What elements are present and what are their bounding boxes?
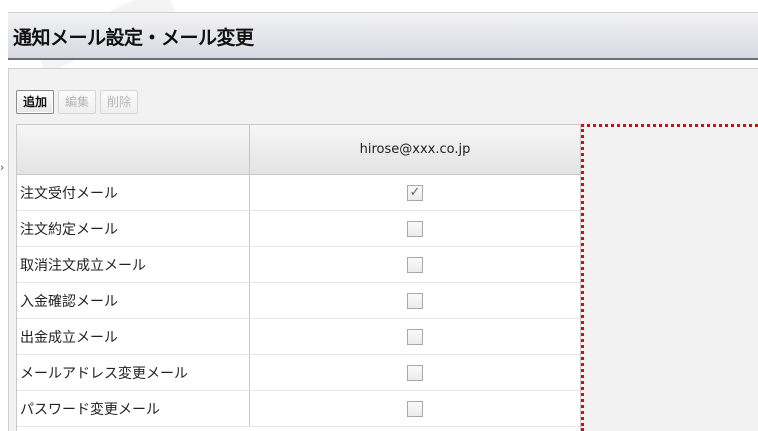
- chevron-right-icon: ›: [0, 161, 5, 174]
- row-label: 入金確認メール: [17, 283, 250, 318]
- row-label: メールアドレス変更メール: [17, 355, 250, 390]
- checkbox-cell: ✓: [250, 175, 580, 210]
- notify-checkbox[interactable]: ✓: [407, 184, 423, 201]
- table-row: 出金成立メール: [17, 319, 580, 355]
- toolbar: 追加 編集 削除: [16, 90, 139, 116]
- header-email-cell[interactable]: hirose@xxx.co.jp: [250, 125, 580, 174]
- add-button[interactable]: 追加: [16, 90, 55, 114]
- notify-checkbox[interactable]: [407, 400, 423, 417]
- table-row: 注文受付メール ✓: [17, 175, 580, 211]
- checkbox-cell: [250, 247, 580, 282]
- notify-checkbox[interactable]: [407, 364, 423, 381]
- notify-checkbox[interactable]: [407, 256, 423, 273]
- row-label: パスワード変更メール: [17, 391, 250, 426]
- checkbox-cell: [250, 355, 580, 390]
- row-label: 注文約定メール: [17, 211, 250, 246]
- row-label: 出金成立メール: [17, 319, 250, 354]
- checkbox-cell: [250, 283, 580, 318]
- page-header: 通知メール設定・メール変更: [8, 12, 758, 60]
- notify-checkbox[interactable]: [407, 220, 423, 237]
- row-label: 注文受付メール: [17, 175, 250, 210]
- row-label: 取消注文成立メール: [17, 247, 250, 282]
- checkbox-cell: [250, 319, 580, 354]
- table-row: 取消注文成立メール: [17, 247, 580, 283]
- header-name-cell: [17, 125, 250, 174]
- notify-checkbox[interactable]: [407, 292, 423, 309]
- grid-header: hirose@xxx.co.jp: [17, 125, 580, 175]
- notification-grid: hirose@xxx.co.jp 注文受付メール ✓ 注文約定メール 取消注文成…: [16, 124, 581, 431]
- notify-checkbox[interactable]: [407, 328, 423, 345]
- edit-button[interactable]: 編集: [58, 90, 97, 114]
- table-row: メールアドレス変更メール: [17, 355, 580, 391]
- page-title: 通知メール設定・メール変更: [13, 27, 254, 49]
- table-row: パスワード変更メール: [17, 391, 580, 427]
- table-row: 注文約定メール: [17, 211, 580, 247]
- table-row: 入金確認メール: [17, 283, 580, 319]
- delete-button[interactable]: 削除: [100, 90, 139, 114]
- checkmark-icon: ✓: [409, 184, 421, 200]
- checkbox-cell: [250, 391, 580, 426]
- checkbox-cell: [250, 211, 580, 246]
